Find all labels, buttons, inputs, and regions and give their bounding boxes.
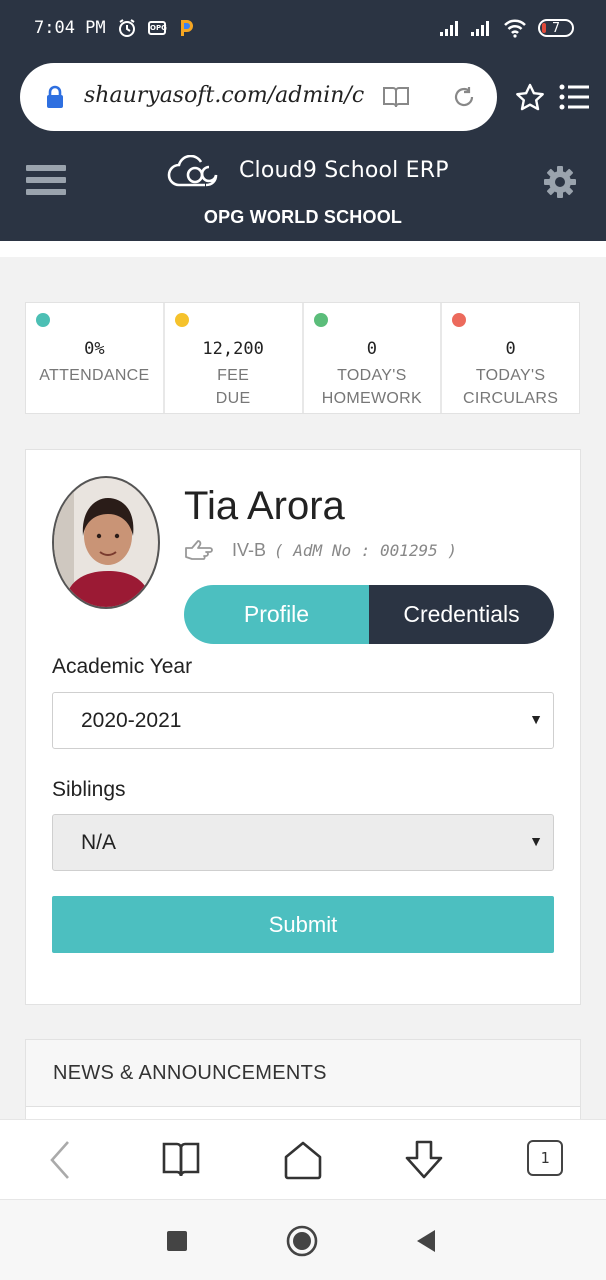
lock-icon [44,85,66,109]
status-dot [313,313,328,327]
app-notification-icon [178,18,196,38]
back-button-icon[interactable] [411,1225,443,1257]
hand-point-icon [184,538,214,562]
class-name: IV-B [232,540,267,560]
address-bar[interactable]: shauryasoft.com/admin/c [20,63,497,131]
tab-credentials[interactable]: Credentials [369,585,554,644]
academic-year-value: 2020-2021 [81,708,182,732]
signal-icon [438,18,464,38]
stat-label: ATTENDANCE [39,367,150,384]
stat-value: 12,200 [202,339,264,359]
status-time: 7:04 PM [34,18,106,38]
home-button-icon[interactable] [286,1225,318,1257]
home-icon[interactable] [283,1140,323,1180]
stat-homework[interactable]: 0 TODAY'S HOMEWORK [304,303,443,413]
tabs-icon[interactable]: 1 [527,1140,567,1180]
avatar [52,476,160,609]
stats-panel: 0% ATTENDANCE 12,200 FEE DUE 0 TODAY'S HOM… [25,302,580,414]
stat-label: FEE DUE [215,367,251,407]
student-name: Tia Arora [184,484,345,528]
stat-label: TODAY'S CIRCULARS [463,367,559,407]
alarm-icon [116,18,138,38]
stat-attendance[interactable]: 0% ATTENDANCE [26,303,165,413]
siblings-value: N/A [81,830,117,854]
browser-toolbar: 1 [0,1119,606,1199]
school-name: OPG WORLD SCHOOL [203,207,403,227]
academic-year-label: Academic Year [52,655,193,678]
tab-count: 1 [527,1140,563,1176]
dropdown-caret-icon: ▼ [529,711,543,727]
hamburger-menu-icon[interactable] [26,165,66,201]
battery-icon: 7 [537,18,575,38]
battery-level: 7 [552,20,560,36]
cloud9-logo-icon [165,154,225,191]
bookmark-star-icon[interactable] [514,82,546,114]
stat-value: 0 [505,339,516,359]
recent-apps-icon[interactable] [161,1225,193,1257]
signal-icon-2 [469,18,495,38]
status-bar: 7:04 PM OPG 7 [0,0,606,58]
stat-circulars[interactable]: 0 TODAY'S CIRCULARS [442,303,579,413]
admission-number: ( AdM No : 001295 ) [274,541,458,560]
class-info: IV-B ( AdM No : 001295 ) [232,540,457,561]
status-dot [36,313,50,327]
download-icon[interactable] [404,1140,444,1180]
news-title: NEWS & ANNOUNCEMENTS [53,1062,327,1084]
stat-label: TODAY'S HOMEWORK [321,367,422,407]
url-text[interactable]: shauryasoft.com/admin/c [84,83,374,113]
stat-value: 0% [84,339,105,359]
profile-card: Tia Arora IV-B ( AdM No : 001295 ) Profil… [25,449,581,1005]
bookmarks-icon[interactable] [161,1140,201,1180]
wifi-icon [502,18,528,38]
submit-button[interactable]: Submit [52,896,554,953]
reader-mode-icon[interactable] [382,85,410,109]
reload-icon[interactable] [451,84,477,110]
android-navigation-bar [0,1199,606,1280]
profile-tabs: Profile Credentials [184,585,554,644]
back-icon[interactable] [42,1140,82,1180]
header-bottom-strip [0,241,606,257]
academic-year-select[interactable]: 2020-2021 ▼ [52,692,554,749]
siblings-select[interactable]: N/A ▼ [52,814,554,871]
app-title: Cloud9 School ERP [239,158,449,183]
news-card: NEWS & ANNOUNCEMENTS [25,1039,581,1136]
dropdown-caret-icon: ▼ [529,833,543,849]
stat-value: 0 [366,339,377,359]
status-dot [452,313,467,327]
gear-icon[interactable] [542,164,578,200]
browser-menu-icon[interactable] [558,82,590,112]
status-dot [174,313,189,327]
siblings-label: Siblings [52,778,126,801]
opg-app-icon: OPG [147,18,167,38]
stat-fee-due[interactable]: 12,200 FEE DUE [165,303,304,413]
tab-profile[interactable]: Profile [184,585,369,644]
